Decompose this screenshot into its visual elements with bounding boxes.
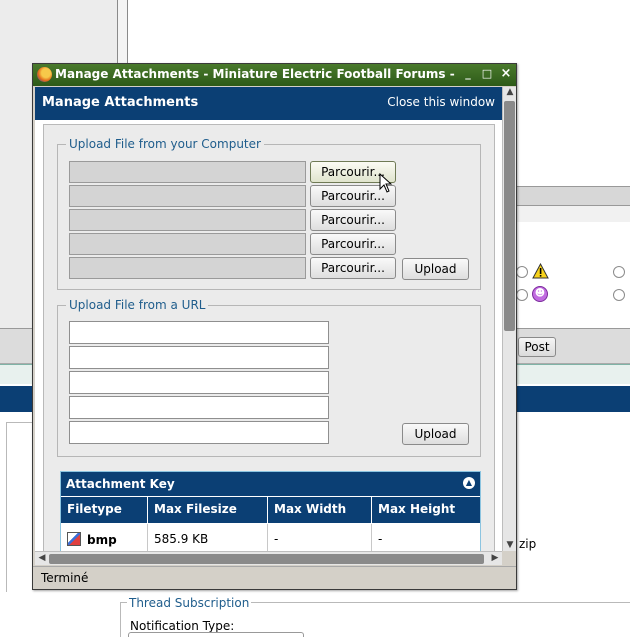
attachments-panel: Upload File from your Computer Parcourir…: [43, 124, 495, 551]
background-band: [516, 206, 630, 222]
attachment-key-header: Attachment Key ▲: [61, 472, 480, 496]
background-header-band: [516, 386, 630, 412]
file-path-field[interactable]: [69, 185, 306, 207]
firefox-icon: [37, 67, 52, 82]
page-title: Manage Attachments: [42, 95, 199, 110]
window-titlebar[interactable]: Manage Attachments - Miniature Electric …: [33, 64, 516, 86]
max-height-cell: -: [371, 524, 480, 551]
file-path-field[interactable]: [69, 233, 306, 255]
smile-icon: ☻: [532, 286, 548, 302]
zip-text: zip: [519, 537, 537, 551]
background-band: [516, 186, 630, 206]
filetype-value: bmp: [87, 533, 117, 547]
column-header: Filetype: [67, 502, 122, 516]
column-header: Max Width: [267, 497, 371, 523]
collapse-icon[interactable]: ▲: [463, 477, 475, 489]
upload-url-button[interactable]: Upload: [402, 423, 469, 445]
page-content: Manage Attachments Close this window Upl…: [35, 87, 502, 551]
filetype-cell: bmp: [61, 524, 147, 551]
icon-radio[interactable]: [516, 266, 528, 278]
bmp-file-icon: [67, 532, 81, 546]
page-header: Manage Attachments Close this window: [35, 87, 502, 120]
close-window-button[interactable]: ×: [499, 67, 513, 81]
background-band: [0, 328, 32, 364]
file-path-field[interactable]: [69, 257, 306, 279]
notification-type-select[interactable]: [128, 632, 304, 637]
icon-radio[interactable]: [613, 266, 625, 278]
max-width-cell: -: [267, 524, 371, 551]
upload-computer-legend: Upload File from your Computer: [66, 137, 264, 151]
scroll-right-icon[interactable]: ▶: [488, 553, 502, 563]
close-this-window-link[interactable]: Close this window: [387, 95, 495, 109]
url-input[interactable]: [69, 371, 329, 394]
file-path-field[interactable]: [69, 161, 306, 183]
browse-button[interactable]: Parcourir...: [310, 209, 396, 231]
post-button[interactable]: Post: [518, 337, 556, 357]
file-path-field[interactable]: [69, 209, 306, 231]
scroll-left-icon[interactable]: ◀: [35, 553, 49, 563]
window-title: Manage Attachments - Miniature Electric …: [55, 67, 457, 81]
vertical-scrollbar[interactable]: ▲ ▼: [502, 87, 516, 551]
background-band: [516, 364, 630, 384]
notification-type-label: Notification Type:: [130, 619, 235, 633]
background-panel: [118, 0, 128, 66]
url-input[interactable]: [69, 321, 329, 344]
column-header: Max Filesize: [147, 497, 267, 523]
maximize-button[interactable]: □: [480, 67, 494, 81]
table-header-row: Filetype Max Filesize Max Width Max Heig…: [61, 497, 480, 523]
url-input[interactable]: [69, 421, 329, 444]
attachment-key-table: Attachment Key ▲ Filetype Max Filesize M…: [60, 471, 481, 551]
upload-file-button[interactable]: Upload: [402, 258, 469, 280]
horizontal-scrollbar[interactable]: ◀ ▶: [35, 551, 502, 565]
upload-url-fieldset: Upload File from a URL Upload: [57, 298, 481, 457]
horizontal-scroll-thumb[interactable]: [49, 554, 484, 564]
browse-button[interactable]: Parcourir...: [310, 257, 396, 279]
scroll-up-icon[interactable]: ▲: [503, 87, 517, 97]
mouse-cursor-icon: [379, 173, 393, 193]
icon-radio[interactable]: [613, 289, 625, 301]
column-header: Max Height: [371, 497, 480, 523]
icon-radio[interactable]: [516, 289, 528, 301]
max-filesize-cell: 585.9 KB: [147, 524, 267, 551]
table-row: bmp 585.9 KB - -: [61, 524, 480, 551]
minimize-button[interactable]: _: [461, 67, 475, 81]
upload-computer-fieldset: Upload File from your Computer Parcourir…: [57, 137, 481, 290]
background-header-band: [0, 386, 32, 412]
browse-button[interactable]: Parcourir...: [310, 233, 396, 255]
background-frame: [6, 422, 32, 592]
url-input[interactable]: [69, 346, 329, 369]
manage-attachments-window: Manage Attachments - Miniature Electric …: [32, 63, 517, 590]
upload-url-legend: Upload File from a URL: [66, 298, 209, 312]
url-input[interactable]: [69, 396, 329, 419]
attachment-key-title: Attachment Key: [66, 477, 175, 491]
status-text: Terminé: [41, 571, 89, 585]
thread-subscription-legend: Thread Subscription: [127, 596, 252, 610]
status-bar: Terminé: [33, 566, 516, 589]
vertical-scroll-thumb[interactable]: [504, 101, 515, 331]
background-band: [0, 364, 32, 384]
scroll-down-icon[interactable]: ▼: [503, 540, 517, 550]
warning-icon: [532, 263, 549, 279]
